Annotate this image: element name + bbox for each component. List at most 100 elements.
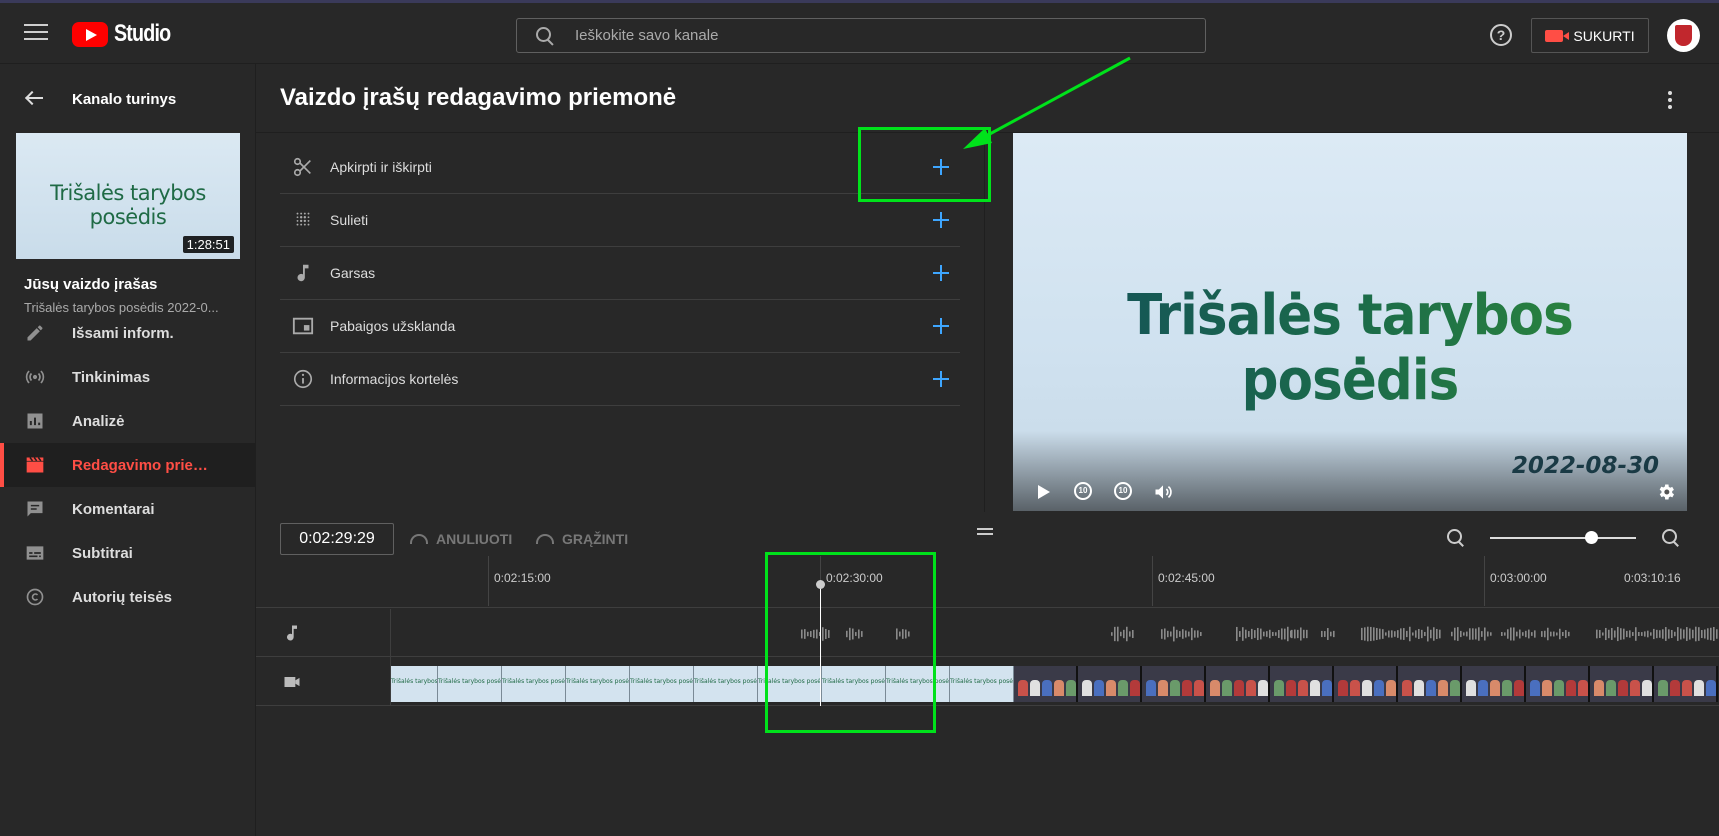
waveform-bar — [1275, 632, 1277, 636]
add-info-card-plus-icon[interactable] — [932, 370, 950, 388]
redo-button[interactable]: GRĄŽINTI — [536, 531, 628, 547]
create-button[interactable]: SUKURTI — [1531, 18, 1649, 53]
waveform-bar — [1704, 629, 1706, 639]
waveform-bar — [1481, 631, 1483, 637]
waveform-bar — [1439, 629, 1441, 639]
waveform-bar — [1164, 628, 1166, 640]
sidebar-item-label: Autorių teisės — [72, 588, 173, 606]
menu-icon[interactable] — [24, 24, 48, 42]
current-time-field[interactable]: 0:02:29:29 — [280, 523, 394, 555]
info-icon — [292, 368, 314, 390]
volume-icon[interactable] — [1153, 482, 1173, 502]
video-frame: Trišalės tarybos posėdis — [391, 666, 438, 702]
waveform-bar — [1713, 627, 1715, 641]
sidebar-item-copyright[interactable]: Autorių teisės — [0, 575, 255, 619]
undo-label: ANULIUOTI — [436, 531, 513, 547]
waveform-bar — [1364, 627, 1366, 641]
waveform-bar — [1547, 627, 1549, 641]
waveform-bar — [1185, 630, 1187, 638]
timeline-ruler[interactable]: 0:02:15:00 0:02:30:00 0:02:45:00 0:03:00… — [256, 556, 1719, 608]
waveform-bar — [1599, 630, 1601, 638]
frame-text: Trišalės tarybos posėdis — [566, 678, 629, 685]
waveform-bar — [1568, 631, 1570, 637]
more-vert-icon[interactable] — [1668, 91, 1672, 109]
sidebar-item-editor[interactable]: Redagavimo prie… — [0, 443, 255, 487]
video-thumbnail[interactable]: Trišalės tarybos posėdis 1:28:51 — [16, 133, 240, 259]
waveform-bar — [1626, 630, 1628, 638]
waveform-bar — [1373, 627, 1375, 641]
tool-end-screen[interactable]: Pabaigos užsklanda — [280, 300, 960, 353]
tool-label: Pabaigos užsklanda — [330, 318, 456, 334]
video-frame: Trišalės tarybos posėdis — [694, 666, 758, 702]
waveform-bar — [1418, 628, 1420, 640]
frame-text: Trišalės tarybos posėdis — [502, 678, 565, 685]
waveform-bar — [1620, 628, 1622, 640]
frame-text: Trišalės tarybos posėdis — [630, 678, 693, 685]
waveform-bar — [1638, 632, 1640, 636]
help-icon[interactable]: ? — [1490, 24, 1512, 46]
waveform-bar — [1451, 631, 1453, 637]
zoom-slider-handle[interactable] — [1585, 531, 1599, 544]
sidebar-item-details[interactable]: Išsami inform. — [0, 311, 255, 355]
video-frame — [1462, 666, 1526, 702]
video-frame — [1334, 666, 1398, 702]
highlight-box-trim — [858, 127, 991, 202]
avatar[interactable] — [1667, 19, 1700, 52]
sidebar-item-comments[interactable]: Komentarai — [0, 487, 255, 531]
thumbnail-title: Trišalės tarybos posėdis — [50, 181, 206, 229]
forward-10-icon[interactable]: 10 — [1114, 482, 1132, 500]
waveform-bar — [1272, 631, 1274, 637]
waveform-bar — [1287, 626, 1289, 642]
waveform-bar — [1370, 626, 1372, 642]
duration-badge: 1:28:51 — [182, 236, 234, 253]
video-frame — [1142, 666, 1206, 702]
tick-label: 0:03:00:00 — [1490, 571, 1547, 585]
waveform-bar — [1167, 630, 1169, 638]
music-note-icon — [292, 262, 314, 284]
waveform-bar — [1333, 630, 1335, 638]
waveform-bar — [1242, 627, 1244, 641]
undo-button[interactable]: ANULIUOTI — [410, 531, 512, 547]
waveform-bar — [1117, 626, 1119, 642]
channel-content-title[interactable]: Kanalo turinys — [72, 91, 176, 108]
add-end-screen-plus-icon[interactable] — [932, 317, 950, 335]
frame-text: Trišalės tarybos posėdis — [694, 678, 757, 685]
waveform-bar — [1562, 631, 1564, 637]
zoom-in-icon[interactable] — [1662, 529, 1680, 547]
waveform-bar — [1484, 627, 1486, 641]
drag-handle-icon[interactable] — [977, 528, 993, 535]
sidebar-item-analytics[interactable]: Analizė — [0, 399, 255, 443]
video-frame: Trišalės tarybos posėdis — [566, 666, 630, 702]
add-blur-plus-icon[interactable] — [932, 211, 950, 229]
search-input[interactable] — [573, 26, 1173, 45]
video-frame — [1206, 666, 1270, 702]
replay-10-icon[interactable]: 10 — [1074, 482, 1092, 500]
redo-icon — [536, 534, 554, 544]
sidebar-item-subtitles[interactable]: Subtitrai — [0, 531, 255, 575]
waveform-bar — [1629, 630, 1631, 638]
add-audio-plus-icon[interactable] — [932, 264, 950, 282]
analytics-icon — [24, 411, 46, 431]
waveform-bar — [1200, 632, 1202, 636]
subtitles-icon — [24, 543, 46, 563]
waveform-bar — [1596, 629, 1598, 639]
clapperboard-icon — [24, 455, 46, 475]
sidebar-item-customization[interactable]: Tinkinimas — [0, 355, 255, 399]
waveform-bar — [1170, 631, 1172, 637]
tool-audio[interactable]: Garsas — [280, 247, 960, 300]
search-box[interactable] — [516, 18, 1206, 53]
waveform-bar — [1550, 631, 1552, 637]
settings-gear-icon[interactable] — [1656, 482, 1676, 502]
tool-info-cards[interactable]: Informacijos kortelės — [280, 353, 960, 406]
waveform-bar — [1173, 626, 1175, 642]
search-icon — [535, 26, 555, 46]
waveform-bar — [1674, 631, 1676, 637]
waveform-bar — [1294, 629, 1296, 639]
back-arrow-icon[interactable] — [24, 90, 46, 106]
zoom-slider[interactable] — [1490, 537, 1636, 539]
zoom-out-icon[interactable] — [1447, 529, 1465, 547]
video-preview[interactable]: Trišalės tarybos posėdis 2022-08-30 10 1… — [1013, 133, 1687, 511]
studio-logo[interactable]: Studio — [72, 20, 183, 47]
waveform-bar — [1284, 628, 1286, 640]
play-icon[interactable] — [1033, 482, 1053, 502]
